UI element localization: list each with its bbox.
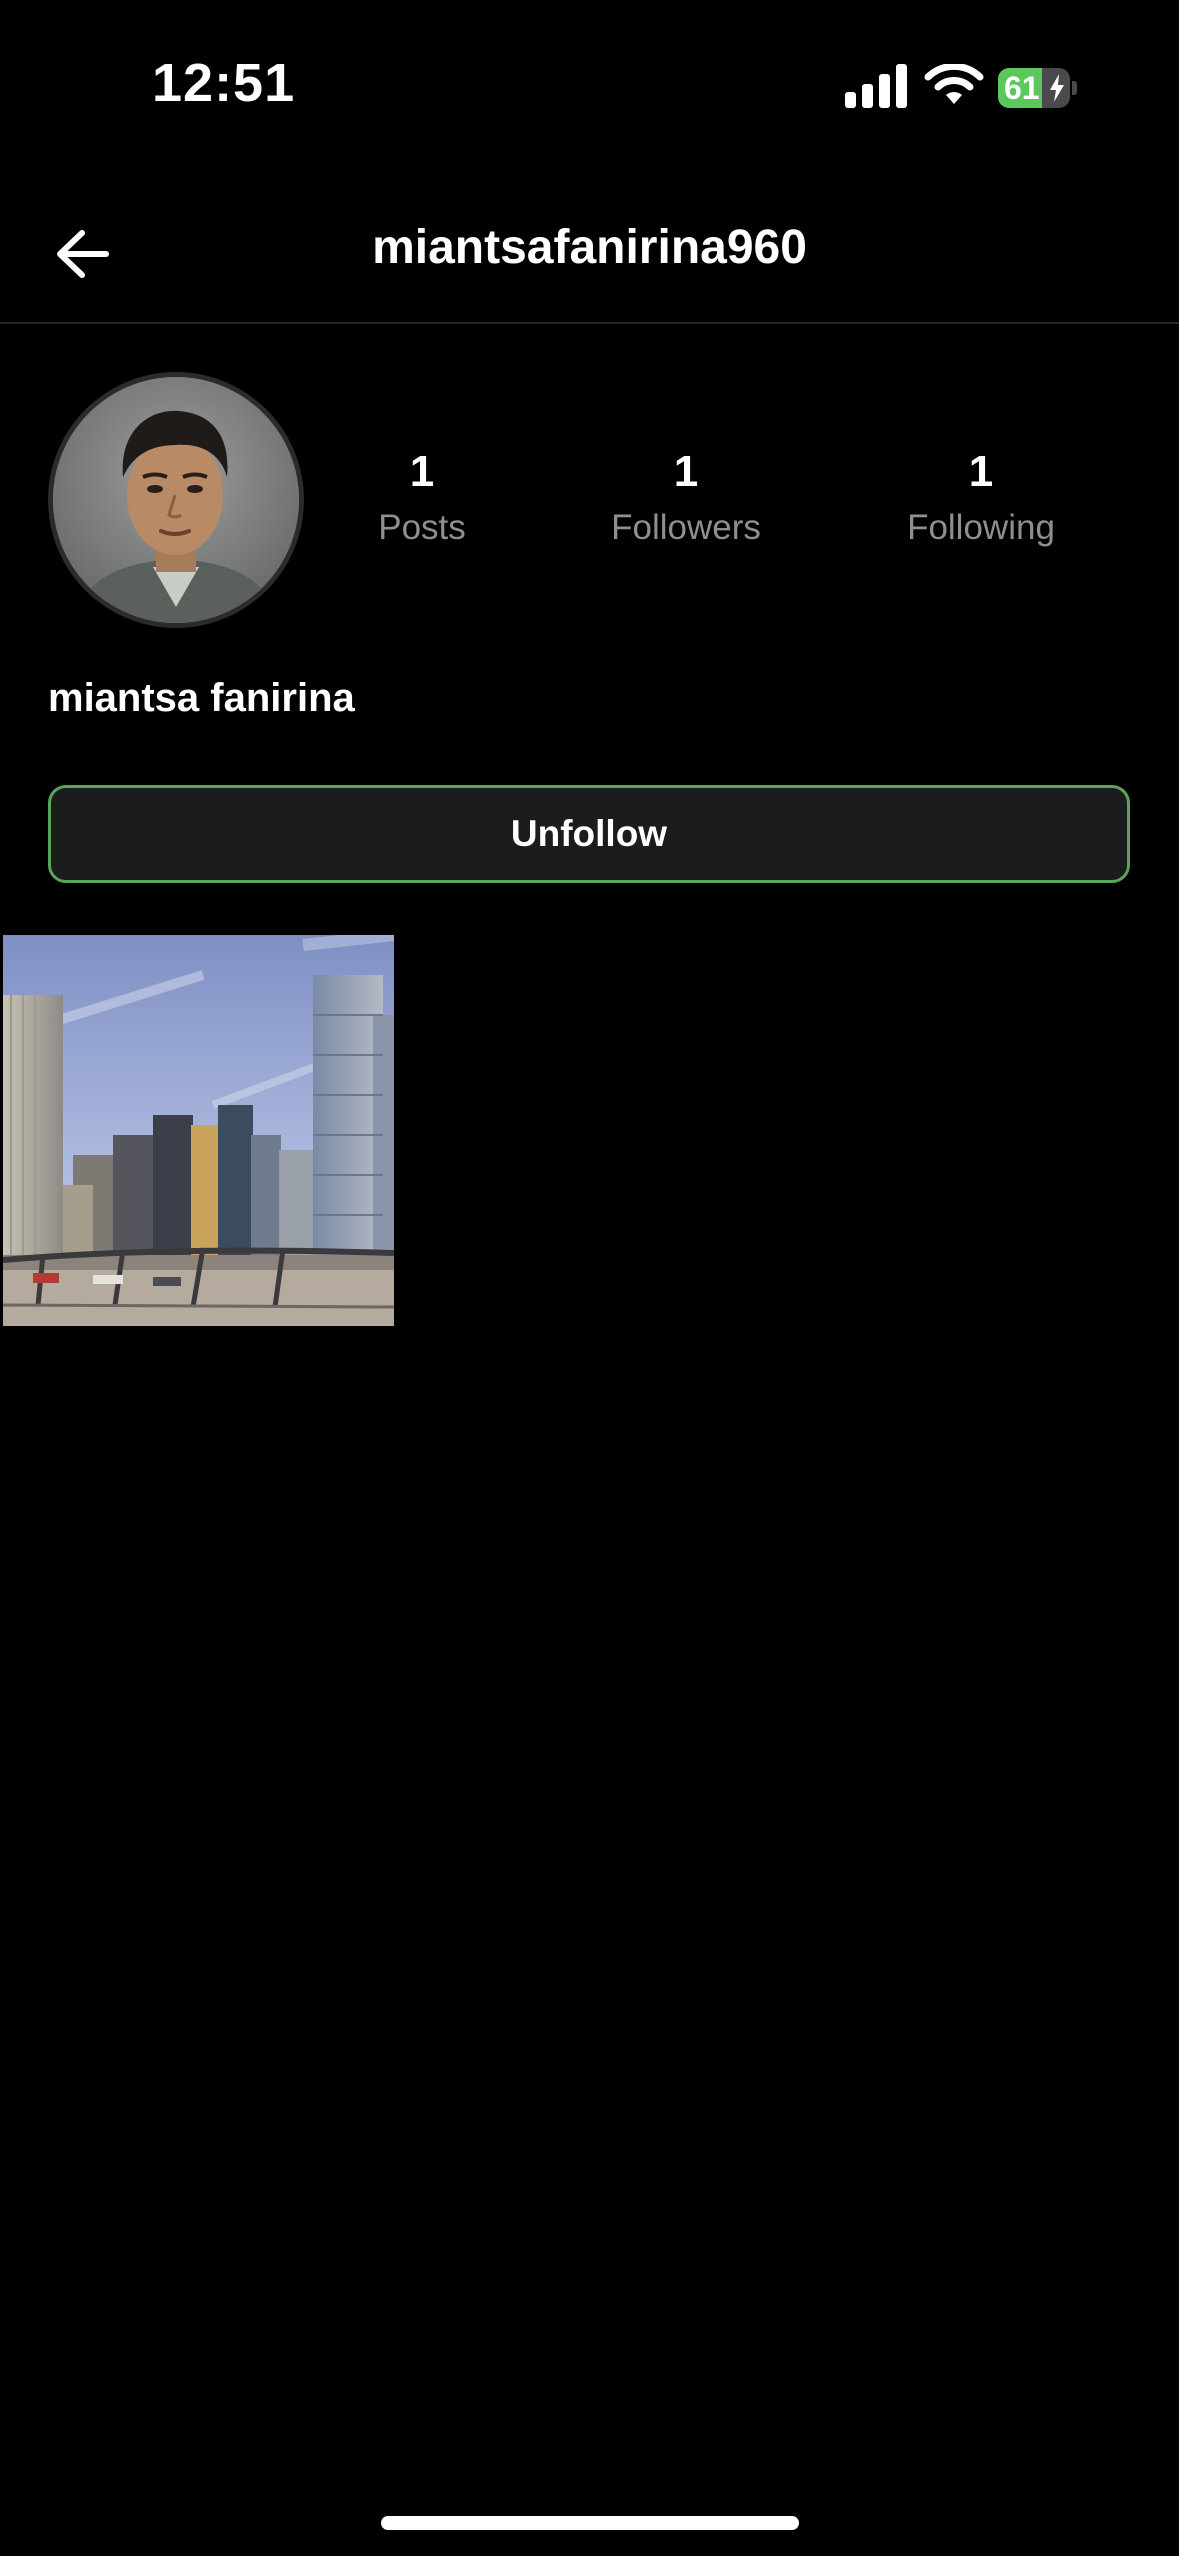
navigation-bar: miantsafanirina960 <box>0 170 1179 324</box>
page-title: miantsafanirina960 <box>372 221 807 274</box>
post-thumbnail[interactable] <box>3 935 394 1326</box>
status-time: 12:51 <box>152 53 296 113</box>
battery-charging-icon: 61 <box>998 68 1078 108</box>
following-count: 1 <box>968 447 994 496</box>
profile-photo <box>53 377 299 623</box>
home-indicator[interactable] <box>381 2516 799 2530</box>
wifi-icon <box>924 64 984 104</box>
charging-bolt-icon <box>1050 74 1064 102</box>
following-label: Following <box>907 508 1055 547</box>
city-skyline-photo <box>3 935 394 1326</box>
avatar[interactable] <box>48 372 304 628</box>
posts-label: Posts <box>378 508 466 547</box>
stat-posts[interactable]: 1 Posts <box>292 446 552 548</box>
status-bar: 12:51 61 <box>0 0 1179 170</box>
cellular-signal-icon <box>845 64 907 108</box>
posts-count: 1 <box>409 447 435 496</box>
followers-count: 1 <box>673 447 699 496</box>
stat-following[interactable]: 1 Following <box>851 446 1111 548</box>
followers-label: Followers <box>611 508 761 547</box>
stat-followers[interactable]: 1 Followers <box>556 446 816 548</box>
display-name: miantsa fanirina <box>48 676 355 720</box>
unfollow-button[interactable]: Unfollow <box>48 785 1130 883</box>
battery-level: 61 <box>1004 70 1040 106</box>
